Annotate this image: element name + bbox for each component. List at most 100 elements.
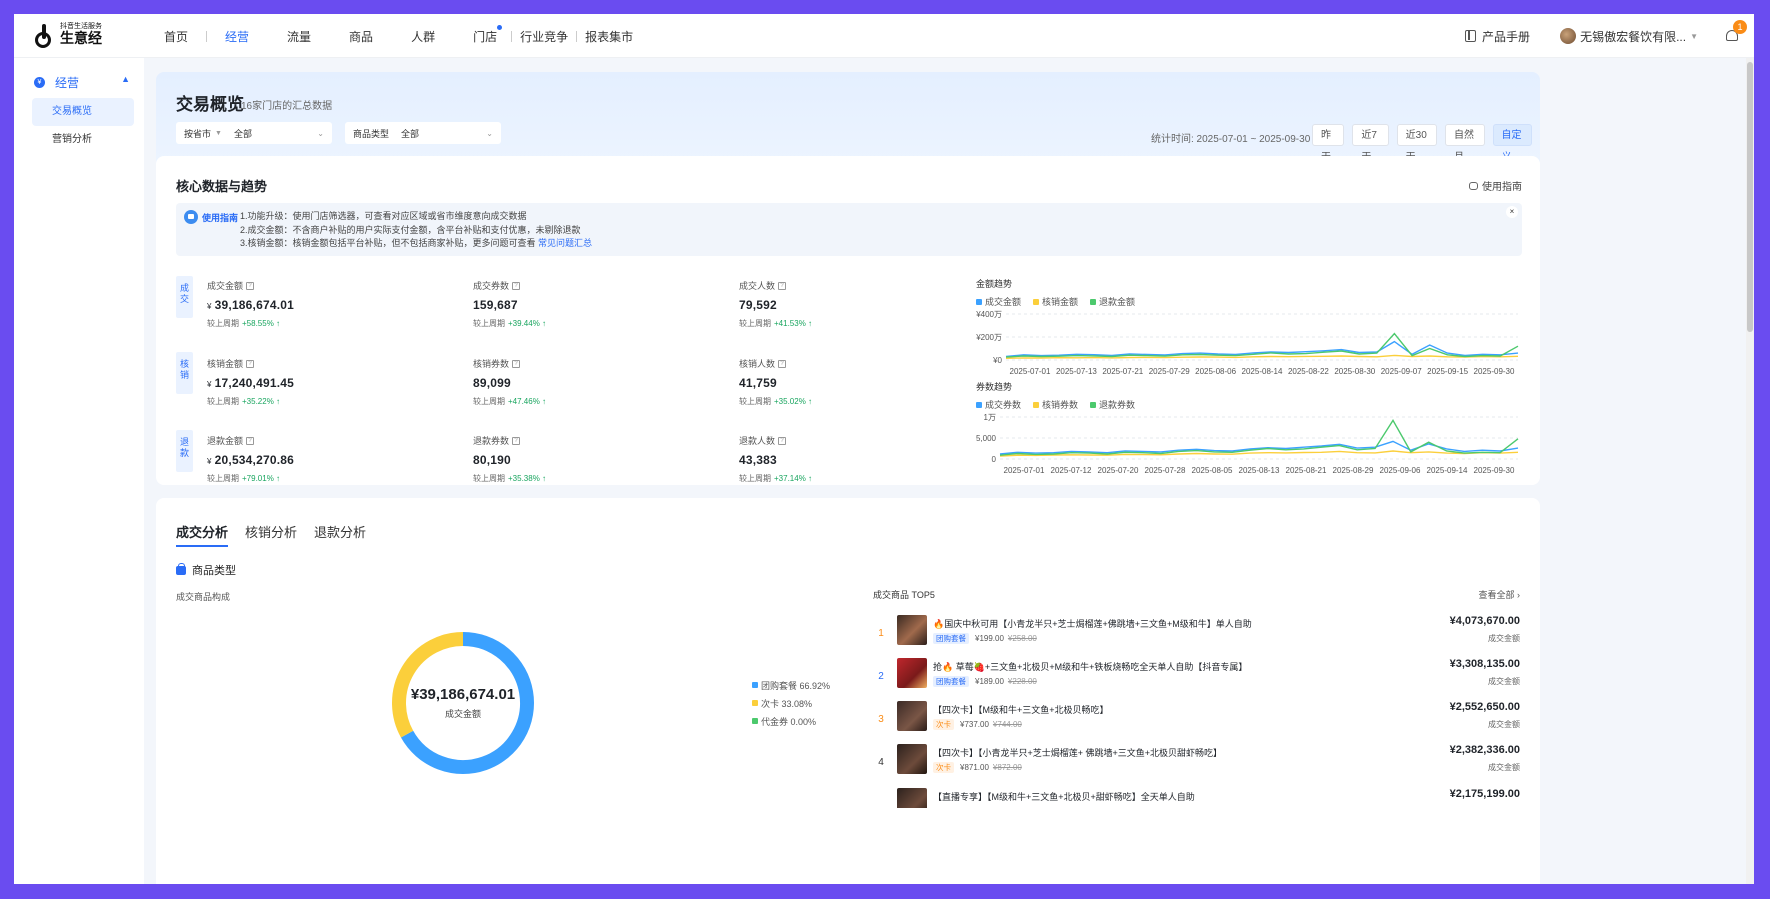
donut-legend-item[interactable]: 代金券 0.00% (752, 714, 830, 728)
logo[interactable]: 抖音生活服务 生意经 (34, 22, 102, 48)
legend-label: 成交金额 (985, 297, 1022, 307)
nav-home[interactable]: 首页 (164, 28, 188, 45)
product-type-filter[interactable]: 商品类型 全部 ⌄ (345, 122, 501, 144)
help-icon[interactable]: ? (512, 436, 521, 445)
help-icon[interactable]: ? (778, 436, 787, 445)
tab-deal-analysis[interactable]: 成交分析 (176, 522, 229, 547)
product-rank: 2 (878, 671, 884, 682)
yen-sign: ¥ (207, 302, 212, 311)
legend-item[interactable]: 退款金额 (1090, 295, 1135, 308)
date-btn-month[interactable]: 自然月 (1444, 124, 1485, 163)
notice-banner: 使用指南 1.功能升级：使用门店筛选器，可查看对应区域或省市维度意向成交数据 2… (176, 203, 1522, 256)
help-icon[interactable]: ? (246, 359, 255, 368)
legend-item[interactable]: 核销金额 (1033, 295, 1078, 308)
legend-item[interactable]: 成交券数 (976, 398, 1021, 411)
logo-title: 生意经 (60, 30, 102, 46)
amount-trend-chart[interactable]: ¥400万 ¥200万 ¥0 2025-07-01 2025-07-13 2025-07-… (964, 308, 1524, 378)
product-row[interactable]: 4 【四次卡】【小青龙半只+芝士焗榴莲+ 佛跳墙+三文鱼+北极贝甜虾畅吃】 次卡… (873, 744, 1520, 788)
scrollbar-thumb[interactable] (1747, 62, 1753, 332)
product-row[interactable]: 1 🔥国庆中秋可用【小青龙半只+芝士焗榴莲+佛跳墙+三文鱼+M级和牛】单人自助 … (873, 615, 1520, 659)
product-row[interactable]: 【直播专享】【M级和牛+三文鱼+北极贝+甜虾畅吃】全天单人自助 ¥2,175,1… (873, 788, 1520, 808)
help-icon[interactable]: ? (512, 359, 521, 368)
sidebar-group-business[interactable]: ¥ 经营 ▲ (34, 74, 134, 91)
tab-redeem-analysis[interactable]: 核销分析 (245, 522, 297, 547)
product-meta: 团购套餐 ¥199.00 ¥258.00 (933, 633, 1037, 644)
help-icon[interactable]: ? (778, 281, 787, 290)
account-name: 无锡傲宏餐饮有限... (1580, 29, 1687, 44)
legend-label: 核销金额 (1042, 297, 1079, 307)
region-filter[interactable]: 按省市 ▼ 全部 ⌄ (176, 122, 332, 144)
sidebar: ¥ 经营 ▲ 交易概览 营销分析 (14, 58, 144, 884)
metric-deal-coupons: 成交券数? 159,687 较上周期 +39.44% ↑ (473, 279, 546, 329)
donut-legend-item[interactable]: 团购套餐 66.92% (752, 678, 830, 692)
date-btn-yesterday[interactable]: 昨天 (1312, 124, 1345, 163)
product-thumbnail (897, 615, 927, 645)
view-all-link[interactable]: 查看全部 › (1479, 588, 1521, 601)
nav-audience[interactable]: 人群 (411, 28, 435, 45)
nav-divider (576, 30, 578, 42)
guide-link-label: 使用指南 (1482, 182, 1522, 193)
nav-business[interactable]: 经营 (225, 28, 249, 45)
product-name: 【直播专享】【M级和牛+三文鱼+北极贝+甜虾畅吃】全天单人自助 (933, 792, 1195, 802)
notification-button[interactable]: 1 (1724, 20, 1747, 44)
nav-industry[interactable]: 行业竞争 (520, 28, 568, 45)
nav-stores[interactable]: 门店 (473, 24, 503, 45)
donut-legend-item[interactable]: 次卡 33.08% (752, 696, 830, 710)
help-icon[interactable]: ? (512, 281, 521, 290)
close-icon[interactable]: × (1506, 206, 1518, 218)
legend-label: 核销券数 (1042, 400, 1079, 410)
help-icon[interactable]: ? (778, 359, 787, 368)
legend-swatch (1090, 401, 1097, 408)
legend-swatch (976, 298, 982, 305)
metric-cmp-label: 较上周期 (207, 474, 239, 483)
legend-item[interactable]: 退款券数 (1090, 398, 1135, 411)
help-icon[interactable]: ? (246, 436, 255, 445)
nav-products[interactable]: 商品 (349, 28, 373, 45)
tab-refund-analysis[interactable]: 退款分析 (314, 522, 366, 547)
help-icon[interactable]: ? (246, 281, 255, 290)
product-amount-label: 成交金额 (1488, 634, 1520, 643)
chevron-up-icon: ▲ (121, 74, 130, 84)
x-tick-label: 2025-07-01 (1004, 466, 1045, 475)
x-tick-label: 2025-09-30 (1474, 466, 1515, 475)
manual-link[interactable]: 产品手册 (1465, 28, 1530, 45)
guide-link[interactable]: 使用指南 (1469, 178, 1522, 193)
product-meta: 团购套餐 ¥189.00 ¥228.00 (933, 676, 1037, 687)
sidebar-item-marketing[interactable]: 营销分析 (32, 126, 134, 154)
metric-cmp-label: 较上周期 (473, 319, 505, 328)
sidebar-item-trade-overview[interactable]: 交易概览 (32, 98, 134, 126)
metric-cmp-value: +41.53% ↑ (774, 319, 813, 328)
x-tick-label: 2025-09-06 (1380, 466, 1421, 475)
account-menu[interactable]: 无锡傲宏餐饮有限... ▼ (1560, 28, 1698, 45)
product-original-price: ¥872.00 (992, 763, 1022, 772)
legend-item[interactable]: 成交金额 (976, 295, 1021, 308)
donut-center: ¥39,186,674.01 成交金额 (390, 630, 536, 776)
app-window: 抖音生活服务 生意经 首页 经营 流量 商品 人群 门店 行业竞争 报表集市 产… (14, 14, 1754, 884)
product-amount: ¥3,308,135.00 (1449, 658, 1520, 670)
date-btn-30days[interactable]: 近30天 (1396, 124, 1437, 163)
product-row[interactable]: 3 【四次卡】【M级和牛+三文鱼+北极贝畅吃】 次卡 ¥737.00 ¥744.… (873, 701, 1520, 745)
faq-link[interactable]: 常见问题汇总 (538, 238, 592, 248)
series-line (1005, 332, 1519, 358)
nav-reports[interactable]: 报表集市 (585, 28, 633, 45)
nav-traffic[interactable]: 流量 (287, 28, 311, 45)
product-row[interactable]: 2 抢🔥 草莓🍓+三文鱼+北极贝+M级和牛+铁板烧畅吃全天单人自助【抖音专属】 … (873, 658, 1520, 702)
metric-redeem-amount: 核销金额? ¥17,240,491.45 较上周期 +35.22% ↑ (207, 357, 294, 407)
top5-title: 成交商品 TOP5 (873, 590, 935, 600)
metric-cmp-value: +58.55% ↑ (242, 319, 281, 328)
coupon-trend-chart[interactable]: 1万 5,000 0 2025-07-01 2025-07-12 2025-07-20 20… (964, 411, 1524, 477)
metric-cmp-value: +37.14% ↑ (774, 474, 813, 483)
page-subtitle: 16家门店的汇总数据 (241, 101, 333, 112)
coin-icon: ¥ (34, 77, 45, 88)
region-filter-label: 按省市 (184, 128, 212, 139)
metric-redeem-users: 核销人数? 41,759 较上周期 +35.02% ↑ (739, 357, 812, 407)
page-scrollbar[interactable] (1746, 58, 1754, 884)
date-btn-custom[interactable]: 自定义 (1492, 124, 1533, 163)
product-thumbnail (897, 701, 927, 731)
product-thumbnail (897, 744, 927, 774)
y-tick-label: 5,000 (976, 434, 997, 443)
legend-item[interactable]: 核销券数 (1033, 398, 1078, 411)
metric-label: 核销人数 (739, 359, 776, 369)
composition-donut[interactable]: ¥39,186,674.01 成交金额 (390, 630, 536, 776)
date-btn-7days[interactable]: 近7天 (1352, 124, 1389, 163)
